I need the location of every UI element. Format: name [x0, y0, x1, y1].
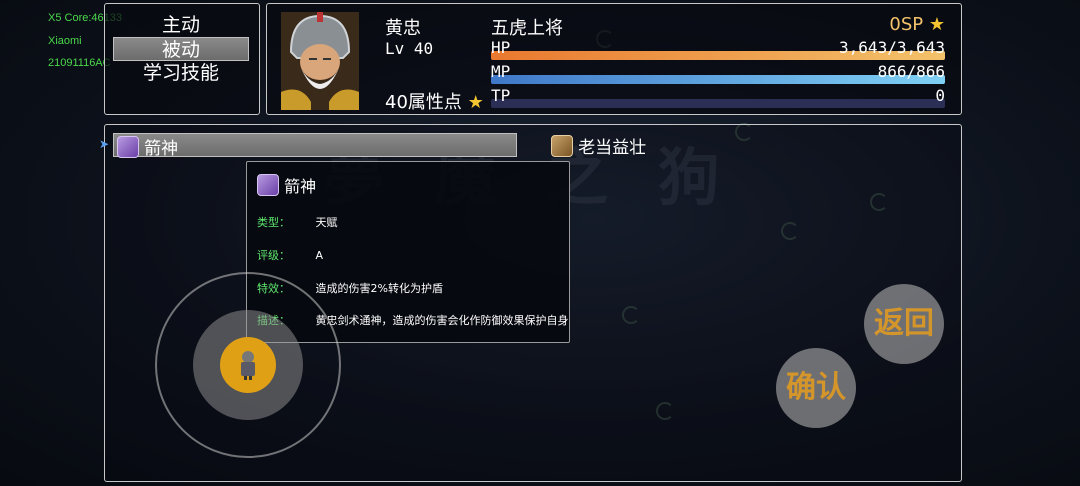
skill-name: 老当益壮 [578, 138, 647, 158]
mp-value: 866/866 [877, 62, 945, 81]
character-sprite-icon [241, 351, 255, 380]
tp-label: TP [491, 86, 511, 105]
detail-row-rank: 评级： A [257, 247, 323, 263]
tp-bar-track [491, 99, 945, 108]
debug-brand-text: Xiaomi [48, 35, 82, 47]
attribute-points: 40属性点 ★ [385, 88, 484, 114]
detail-skill-name: 箭神 [284, 177, 317, 196]
hp-gauge: HP 3,643/3,643 [491, 38, 945, 62]
tp-gauge: TP 0 [491, 86, 945, 110]
skill-cursor: ➤ [99, 137, 110, 151]
hp-label: HP [491, 38, 511, 57]
menu-item-passive-skills[interactable]: 被动 [113, 37, 249, 61]
detail-value: 造成的伤害2%转化为护盾 [315, 282, 443, 295]
character-portrait [281, 12, 359, 110]
skill-category-menu: 主动 被动 学习技能 [104, 3, 260, 115]
character-level: Lv 40 [385, 39, 434, 58]
detail-title: 箭神 [257, 173, 316, 197]
menu-item-active-skills[interactable]: 主动 [113, 13, 249, 37]
mp-gauge: MP 866/866 [491, 62, 945, 86]
character-name: 黄忠 [385, 18, 421, 39]
virtual-joystick[interactable] [155, 272, 341, 458]
sp-stars-icon: ★ [928, 14, 945, 35]
character-status-panel: 黄忠 Lv 40 40属性点 ★ 五虎上将 0SP ★ HP 3,643/3,6… [266, 3, 962, 115]
detail-value: A [315, 249, 324, 262]
sp-display: 0SP ★ [889, 14, 945, 35]
sp-value: 0SP [889, 14, 924, 35]
mp-label: MP [491, 62, 511, 81]
back-button[interactable]: 返回 [864, 284, 944, 364]
bow-skill-icon [257, 174, 279, 196]
bull-skill-icon [551, 134, 573, 157]
joystick-knob[interactable] [220, 337, 276, 393]
hp-value: 3,643/3,643 [839, 38, 945, 57]
detail-row-type: 类型： 天赋 [257, 214, 338, 230]
detail-value: 黄忠剑术通神，造成的伤害会化作防御效果保护自身 [315, 314, 569, 327]
star-icon: ★ [467, 92, 484, 113]
tp-value: 0 [935, 86, 945, 105]
skill-list-item[interactable]: 老当益壮 [551, 133, 647, 158]
bow-skill-icon [117, 136, 139, 158]
detail-value: 天赋 [315, 216, 338, 229]
menu-item-learn-skills[interactable]: 学习技能 [113, 61, 249, 85]
character-title: 五虎上将 [491, 18, 563, 39]
skill-list-item[interactable]: 箭神 [113, 133, 517, 159]
attribute-points-text: 40属性点 [385, 92, 462, 113]
debug-model-text: 21091116AC [48, 57, 111, 69]
detail-key: 类型： [257, 216, 290, 229]
confirm-button[interactable]: 确认 [776, 348, 856, 428]
detail-key: 评级： [257, 249, 290, 262]
skill-name: 箭神 [144, 139, 179, 159]
